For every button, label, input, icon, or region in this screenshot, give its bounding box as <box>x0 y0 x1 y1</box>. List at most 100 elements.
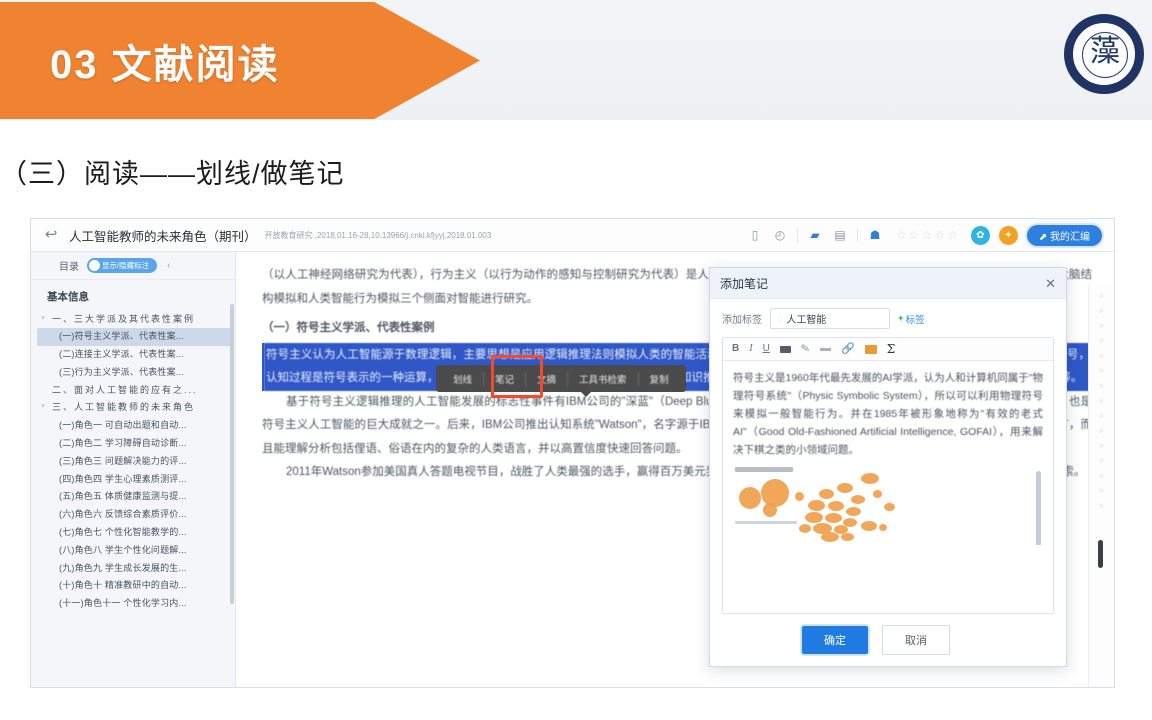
outline-item[interactable]: (一)角色一 可自动出题和自动... <box>37 417 231 435</box>
strip-tick: ⠿ <box>1099 504 1104 510</box>
star-icon[interactable]: ☆ <box>922 228 933 242</box>
strip-tick: ⠿ <box>1099 459 1104 465</box>
outline-item-label: (九)角色九 学生成长发展的生... <box>59 562 187 573</box>
rating-stars[interactable]: ☆ ☆ ☆ ☆ ☆ <box>896 228 958 242</box>
strip-scroll-thumb[interactable] <box>1098 540 1103 568</box>
orange-action-button[interactable]: ✦ <box>998 225 1018 245</box>
context-menu-copy[interactable]: 复制 <box>637 371 680 386</box>
context-menu-note[interactable]: 笔记 <box>483 371 525 386</box>
dialog-title: 添加笔记 <box>720 276 769 291</box>
outline-item[interactable]: + 三、人工智能教师的未来角色 <box>37 399 231 417</box>
star-icon[interactable]: ☆ <box>896 228 907 242</box>
bold-icon[interactable]: B <box>732 344 739 354</box>
context-menu-abstract[interactable]: 文摘 <box>525 371 567 386</box>
outline-item[interactable]: 二、面对人工智能的应有之... <box>37 381 231 399</box>
outline-item-label: (二)连接主义学派、代表性案... <box>59 349 184 360</box>
outline-item-label: (四)角色四 学生心理素质测评... <box>59 473 187 484</box>
outline-item-label: (八)角色八 学生个性化问题解... <box>59 544 187 555</box>
confirm-button[interactable]: 确定 <box>802 626 868 654</box>
page-title: （三）阅读——划线/做笔记 <box>0 159 345 189</box>
star-icon[interactable]: ☆ <box>934 228 945 242</box>
slide-root: 03 文献阅读 藻 （三）阅读——划线/做笔记 ↩ 人工智能教师的未来角色（期刊… <box>0 0 1152 720</box>
expander-icon[interactable]: + <box>41 314 48 323</box>
figure-title-placeholder <box>735 467 793 473</box>
highlight-icon[interactable] <box>779 345 791 353</box>
outline-item[interactable]: (一)符号主义学派、代表性案... <box>37 327 231 346</box>
star-icon[interactable]: ☆ <box>947 228 958 242</box>
outline-item-label: (一)角色一 可自动出题和自动... <box>59 420 187 431</box>
context-menu-underline[interactable]: 划线 <box>442 372 483 386</box>
outline-item[interactable]: (八)角色八 学生个性化问题解... <box>37 541 231 559</box>
add-note-dialog: 添加笔记 ✕ 添加标签 ◌ 人工智能 + 标签 B I U ✎ 🔗 Σ 符号主义… <box>709 267 1067 667</box>
outline-item[interactable]: (四)角色四 学生心理素质测评... <box>37 470 231 488</box>
tab-contents[interactable]: 目录 <box>59 258 79 273</box>
formula-icon[interactable]: Σ <box>887 343 895 355</box>
outline-item[interactable]: (二)连接主义学派、代表性案... <box>37 346 231 364</box>
reader-toolbar: ↩ 人工智能教师的未来角色（期刊） 开放教育研究 ,2018,01.16-28,… <box>31 219 1114 252</box>
outline-sidebar: 目录 显示/隐藏标注 ‹ 基本信息 + 一、三大学派及其代表性案例 (一)符号主义… <box>31 252 236 687</box>
outline-item[interactable]: (六)角色六 反馈综合素质评价... <box>37 506 231 524</box>
strip-tick: ⠿ <box>1099 354 1104 360</box>
toolbar-divider <box>857 228 858 242</box>
editor-format-toolbar: B I U ✎ 🔗 Σ <box>723 338 1053 361</box>
document-title: 人工智能教师的未来角色（期刊） <box>69 229 257 244</box>
sidebar-scrollbar[interactable] <box>230 304 234 604</box>
expander-icon[interactable] <box>41 385 48 386</box>
strikethrough-icon[interactable] <box>820 347 832 351</box>
outline-item-label: (三)角色三 问题解决能力的评... <box>59 455 187 466</box>
pen-icon[interactable]: ✎ <box>800 342 811 355</box>
note-editor[interactable]: B I U ✎ 🔗 Σ 符号主义是1960年代最先发展的AI学派，认为人和计算机… <box>722 337 1054 614</box>
outline-item[interactable]: (五)角色五 体质健康监测与提... <box>37 488 231 506</box>
selection-context-toolbar[interactable]: 划线 笔记 文摘 工具书检索 复制 <box>436 365 686 397</box>
layout-icon[interactable]: ▤ <box>832 227 848 243</box>
note-scrollbar[interactable] <box>1036 471 1041 546</box>
context-menu-reference-search[interactable]: 工具书检索 <box>567 371 638 386</box>
note-body-text: 符号主义是1960年代最先发展的AI学派，认为人和计算机同属于"物理符号系统"（… <box>733 372 1044 457</box>
outline-item[interactable]: (三)行为主义学派、代表性案... <box>37 363 231 381</box>
page-marker-strip[interactable]: ⠿ ⠿ ⠿ ⠿ ⠿ ⠿ ⠿ ⠿ ⠿ ⠿ ⠿ ⠿ ⠿ ⠿ ⠿ <box>1088 285 1114 687</box>
outline-item-label: (六)角色六 反馈综合素质评价... <box>59 509 187 520</box>
underline-icon[interactable]: U <box>763 344 770 354</box>
outline-item-label: 二、面对人工智能的应有之... <box>52 384 198 395</box>
star-icon[interactable]: ☆ <box>909 228 920 242</box>
tag-input-value: 人工智能 <box>786 315 827 326</box>
expander-icon[interactable]: + <box>41 402 48 411</box>
robot-icon[interactable]: ☗ <box>867 227 883 243</box>
screen-icon[interactable]: ▰ <box>807 227 823 243</box>
image-icon[interactable] <box>864 344 877 354</box>
outline-item[interactable]: + 一、三大学派及其代表性案例 <box>37 310 231 328</box>
seal-inner-ring: 藻 <box>1082 32 1128 78</box>
note-content-area[interactable]: 符号主义是1960年代最先发展的AI学派，认为人和计算机同属于"物理符号系统"（… <box>723 361 1053 613</box>
strip-tick: ⠿ <box>1099 384 1104 390</box>
strip-tick: ⠿ <box>1099 489 1104 495</box>
clock-icon[interactable]: ◴ <box>772 227 788 243</box>
toolbar-right-group: ▯ ◴ ▰ ▤ ☗ ☆ ☆ ☆ ☆ ☆ ✿ ✦ ⬈ 我的汇编 <box>747 224 1114 246</box>
outline-item[interactable]: (二)角色二 学习障碍自动诊断... <box>37 435 231 453</box>
strip-tick: ⠿ <box>1099 324 1104 330</box>
outline-item[interactable]: (三)角色三 问题解决能力的评... <box>37 452 231 470</box>
back-icon[interactable]: ↩ <box>43 227 59 243</box>
mobile-icon[interactable]: ▯ <box>747 227 763 243</box>
strip-tick: ⠿ <box>1099 399 1104 405</box>
cancel-button[interactable]: 取消 <box>882 625 950 655</box>
annotation-toggle[interactable]: 显示/隐藏标注 <box>87 258 158 273</box>
strip-tick: ⠿ <box>1099 339 1104 345</box>
tag-row: 添加标签 ◌ 人工智能 + 标签 <box>710 299 1066 335</box>
add-tag-button[interactable]: + 标签 <box>898 312 925 326</box>
collapse-sidebar-icon[interactable]: ‹ <box>167 260 170 271</box>
outline-item[interactable]: (十一)角色十一 个性化学习内... <box>37 595 231 613</box>
cyan-action-button[interactable]: ✿ <box>970 225 990 245</box>
my-compilation-button[interactable]: ⬈ 我的汇编 <box>1026 224 1102 246</box>
outline-item-label: (五)角色五 体质健康监测与提... <box>59 491 187 502</box>
tag-input[interactable]: ◌ 人工智能 <box>770 308 890 329</box>
dialog-header: 添加笔记 ✕ <box>710 268 1066 299</box>
outline-item[interactable]: (七)角色七 个性化智能教学的... <box>37 524 231 542</box>
close-icon[interactable]: ✕ <box>1045 277 1056 290</box>
basic-info-label[interactable]: 基本信息 <box>31 280 235 310</box>
outline-item[interactable]: (十)角色十 精准教研中的自动... <box>37 577 231 595</box>
link-icon[interactable]: 🔗 <box>841 343 855 355</box>
italic-icon[interactable]: I <box>749 344 752 354</box>
outline-item[interactable]: (九)角色九 学生成长发展的生... <box>37 559 231 577</box>
orange-bubble-network-chart <box>733 467 1043 546</box>
strip-tick: ⠿ <box>1099 444 1104 450</box>
